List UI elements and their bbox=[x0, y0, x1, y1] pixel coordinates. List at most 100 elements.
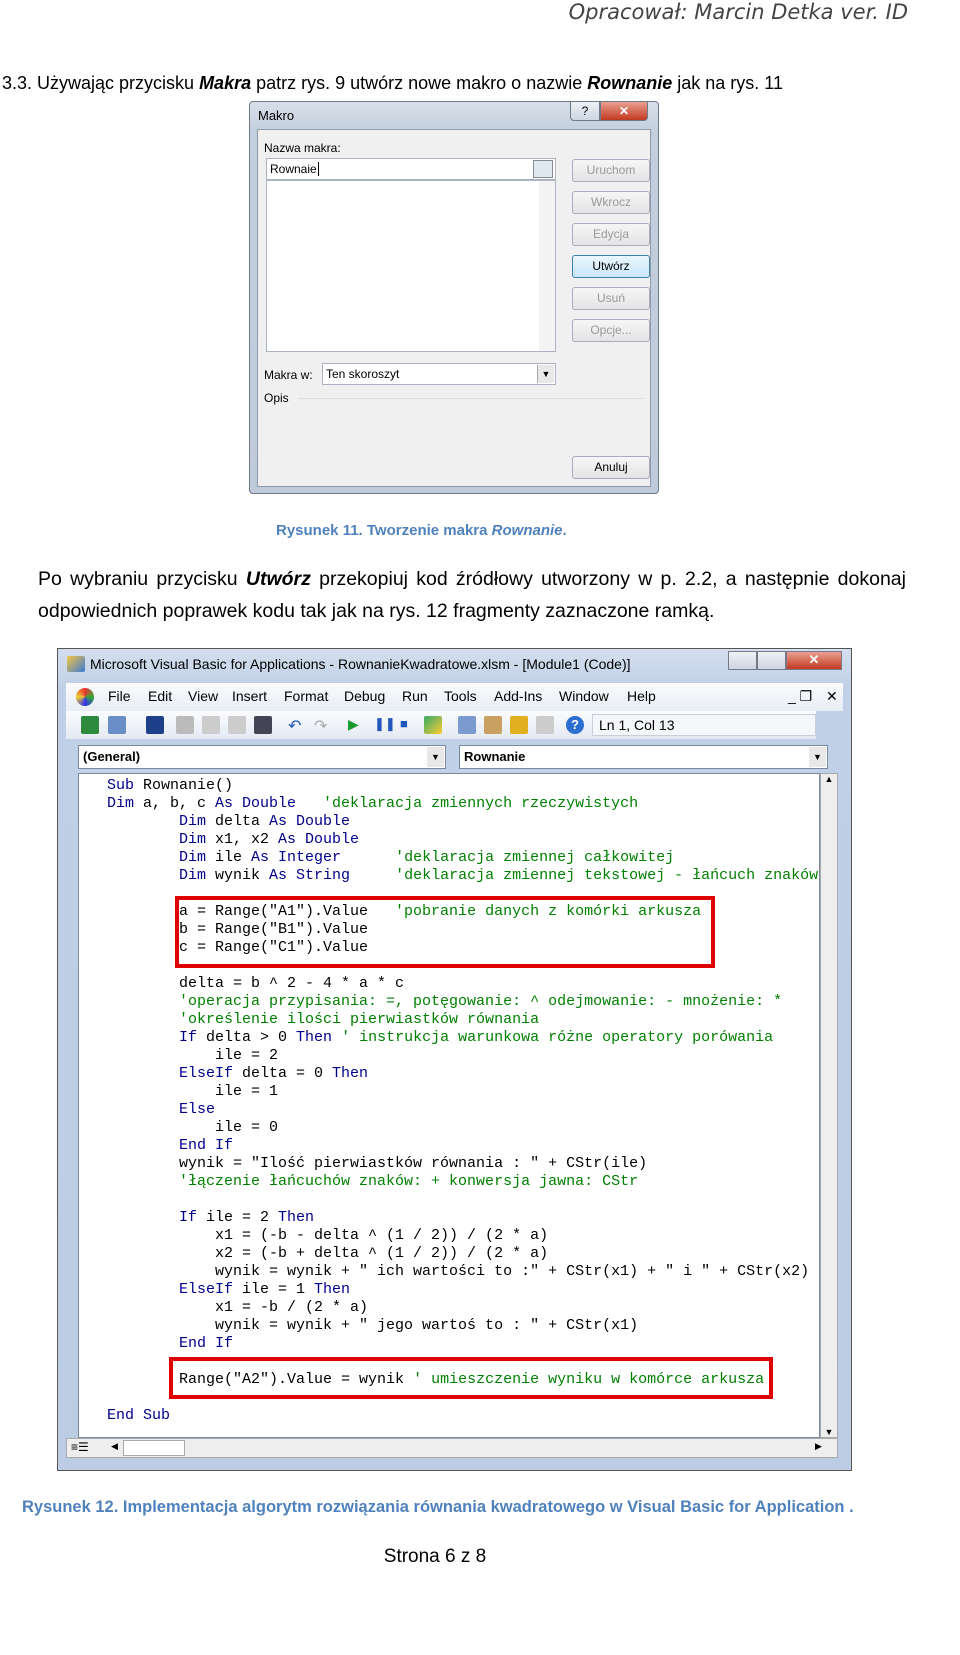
ref-edit-icon[interactable] bbox=[533, 160, 553, 178]
menu-format[interactable]: Format bbox=[284, 688, 328, 704]
horizontal-scrollbar[interactable]: ≡☰ ◀ ▶ bbox=[66, 1438, 838, 1458]
intro-bold-makra: Makra bbox=[199, 73, 252, 93]
object-browser-icon[interactable] bbox=[510, 716, 528, 734]
run-icon[interactable]: ▶ bbox=[348, 716, 366, 734]
code-text: wynik = "Ilość pierwiastków równania : "… bbox=[107, 1155, 648, 1172]
vertical-scrollbar[interactable]: ▲ ▼ bbox=[820, 773, 838, 1438]
edit-button[interactable]: Edycja bbox=[572, 223, 650, 246]
code-editor[interactable]: Sub Rownanie() Dim a, b, c As Double 'dek… bbox=[78, 773, 820, 1438]
run-button[interactable]: Uruchom bbox=[572, 159, 650, 182]
menu-tools[interactable]: Tools bbox=[444, 688, 477, 704]
code-comment: 'deklaracja zmiennych rzeczywistych bbox=[296, 795, 639, 812]
code-line: ElseIf ile = 1 Then bbox=[107, 1281, 350, 1299]
code-text: wynik = wynik + " ich wartości to :" + C… bbox=[107, 1263, 810, 1280]
copy-icon[interactable] bbox=[202, 716, 220, 734]
code-line: wynik = wynik + " ich wartości to :" + C… bbox=[107, 1263, 809, 1281]
code-text: a, b, c bbox=[143, 795, 216, 812]
paste-icon[interactable] bbox=[228, 716, 246, 734]
code-text: c = Range("C1").Value bbox=[107, 939, 369, 956]
stop-icon[interactable]: ■ bbox=[400, 716, 418, 734]
code-text: x2 = (-b + delta ^ (1 / 2)) / (2 * a) bbox=[107, 1245, 549, 1262]
macro-name-input[interactable]: Rownaie bbox=[266, 158, 556, 180]
intro-text: patrz rys. 9 utwórz nowe makro o nazwie bbox=[251, 73, 588, 93]
page-header-author: Opracował: Marcin Detka ver. ID bbox=[568, 0, 908, 24]
menu-run[interactable]: Run bbox=[402, 688, 428, 704]
project-explorer-icon[interactable] bbox=[458, 716, 476, 734]
delete-button[interactable]: Usuń bbox=[572, 287, 650, 310]
code-line: Dim x1, x2 As Double bbox=[107, 831, 359, 849]
insert-userform-icon[interactable] bbox=[108, 716, 126, 734]
code-line: 'określenie ilości pierwiastków równania bbox=[107, 1011, 539, 1029]
code-text: ile = 0 bbox=[107, 1119, 279, 1136]
scroll-up-icon[interactable]: ▲ bbox=[821, 774, 837, 784]
scroll-thumb[interactable] bbox=[123, 1440, 185, 1456]
code-comment: 'pobranie danych z komórki arkusza bbox=[368, 903, 702, 920]
code-keyword: End Sub bbox=[107, 1407, 171, 1424]
code-text: b = Range("B1").Value bbox=[107, 921, 369, 938]
macro-name-value: Rownaie bbox=[270, 162, 317, 176]
code-text: ile bbox=[215, 849, 252, 866]
close-child-icon[interactable]: ✕ bbox=[826, 688, 838, 705]
menu-edit[interactable]: Edit bbox=[148, 688, 172, 704]
code-comment: 'operacja przypisania: =, potęgowanie: ^… bbox=[107, 993, 783, 1010]
scroll-right-icon[interactable]: ▶ bbox=[815, 1441, 822, 1452]
design-mode-icon[interactable] bbox=[424, 716, 442, 734]
intro-text: jak na rys. 11 bbox=[672, 73, 783, 93]
figure-caption-12: Rysunek 12. Implementacja algorytm rozwi… bbox=[22, 1498, 854, 1516]
code-text: x1, x2 bbox=[215, 831, 279, 848]
code-keyword: End If bbox=[179, 1137, 234, 1154]
menu-help[interactable]: Help bbox=[627, 688, 656, 704]
cut-icon[interactable] bbox=[176, 716, 194, 734]
chevron-down-icon[interactable]: ▼ bbox=[427, 747, 444, 767]
scroll-left-icon[interactable]: ◀ bbox=[111, 1441, 118, 1452]
excel-icon[interactable] bbox=[81, 716, 99, 734]
menu-debug[interactable]: Debug bbox=[344, 688, 385, 704]
help-button[interactable]: ? bbox=[570, 102, 600, 121]
help-icon[interactable]: ? bbox=[566, 716, 584, 734]
code-keyword: End If bbox=[179, 1335, 234, 1352]
save-icon[interactable] bbox=[146, 716, 164, 734]
close-button[interactable]: ✕ bbox=[786, 651, 842, 670]
minimize-button[interactable] bbox=[728, 651, 757, 670]
restore-child-icon[interactable]: _ ❐ bbox=[788, 688, 812, 705]
step-into-button[interactable]: Wkrocz bbox=[572, 191, 650, 214]
chevron-down-icon[interactable]: ▼ bbox=[537, 365, 554, 383]
find-icon[interactable] bbox=[254, 716, 272, 734]
properties-icon[interactable] bbox=[484, 716, 502, 734]
menu-file[interactable]: File bbox=[108, 688, 131, 704]
close-button[interactable]: ✕ bbox=[600, 102, 648, 121]
redo-icon[interactable]: ↷ bbox=[314, 716, 332, 735]
scroll-down-icon[interactable]: ▼ bbox=[821, 1427, 837, 1437]
create-button[interactable]: Utwórz bbox=[572, 255, 650, 278]
pause-icon[interactable]: ❚❚ bbox=[374, 716, 396, 734]
toolbox-icon[interactable] bbox=[536, 716, 554, 734]
menu-view[interactable]: View bbox=[188, 688, 218, 704]
undo-icon[interactable]: ↶ bbox=[288, 716, 306, 735]
code-line: x2 = (-b + delta ^ (1 / 2)) / (2 * a) bbox=[107, 1245, 548, 1263]
view-mode-icons[interactable]: ≡☰ bbox=[71, 1440, 89, 1454]
code-keyword: Then bbox=[296, 1029, 333, 1046]
code-keyword: Sub bbox=[107, 777, 144, 794]
cancel-button[interactable]: Anuluj bbox=[572, 456, 650, 479]
code-text: delta = b ^ 2 - 4 * a * c bbox=[107, 975, 405, 992]
code-line: Else bbox=[107, 1101, 215, 1119]
list-scrollbar[interactable] bbox=[539, 181, 555, 351]
code-keyword: ElseIf bbox=[179, 1065, 243, 1082]
object-combo[interactable]: (General) ▼ bbox=[78, 745, 446, 769]
macros-in-select[interactable]: Ten skoroszyt ▼ bbox=[322, 363, 556, 385]
menu-window[interactable]: Window bbox=[559, 688, 609, 704]
procedure-combo[interactable]: Rownanie ▼ bbox=[459, 745, 828, 769]
options-button[interactable]: Opcje... bbox=[572, 319, 650, 342]
code-text: x1 = -b / (2 * a) bbox=[107, 1299, 369, 1316]
code-line: Dim ile As Integer 'deklaracja zmiennej … bbox=[107, 849, 674, 867]
chevron-down-icon[interactable]: ▼ bbox=[809, 747, 826, 767]
macro-list[interactable] bbox=[266, 180, 556, 352]
menu-insert[interactable]: Insert bbox=[232, 688, 267, 704]
maximize-button[interactable] bbox=[757, 651, 786, 670]
menu-add-ins[interactable]: Add-Ins bbox=[494, 688, 542, 704]
